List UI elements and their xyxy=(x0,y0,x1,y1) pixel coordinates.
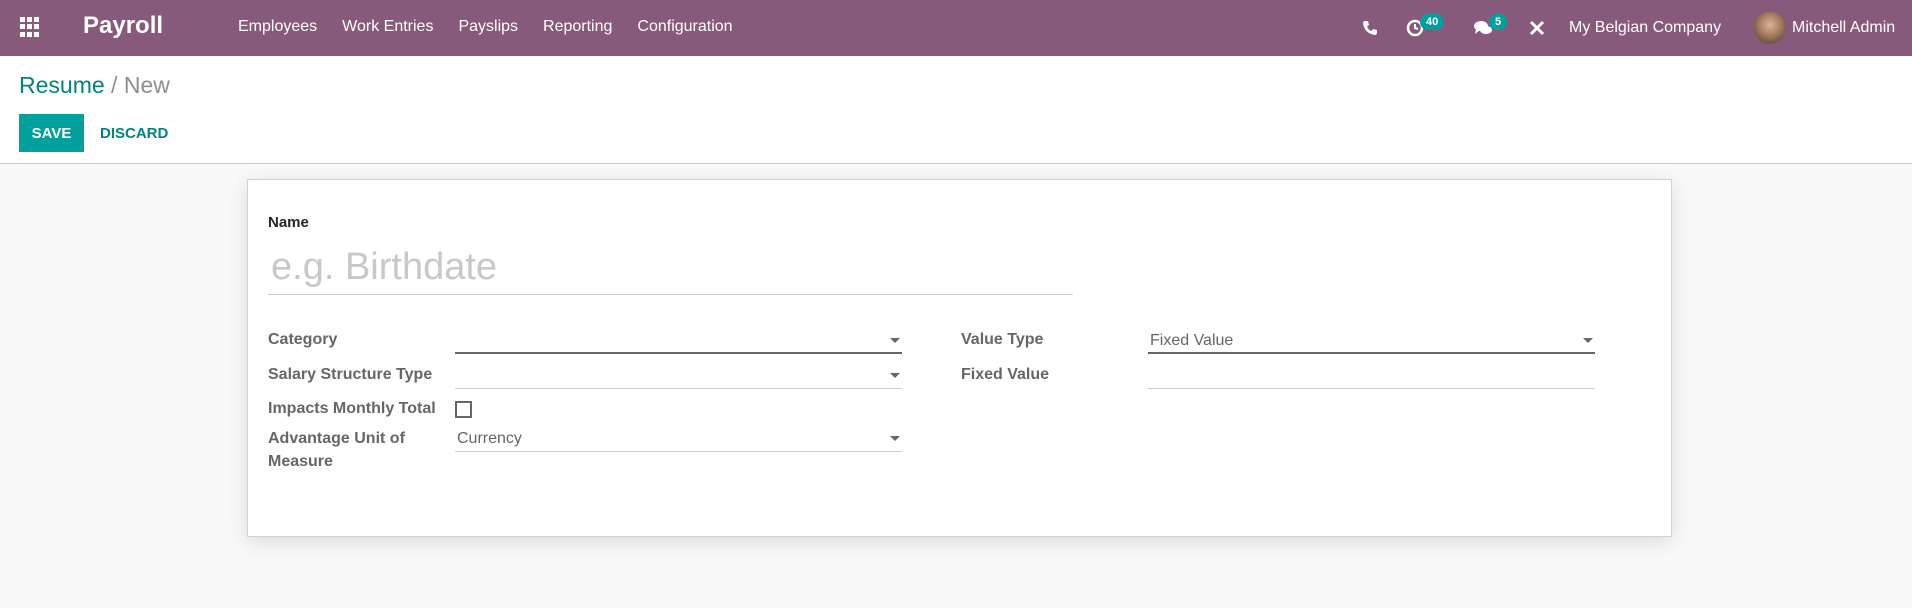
value-type-label: Value Type xyxy=(961,331,1044,348)
chevron-down-icon xyxy=(1583,338,1593,343)
breadcrumb-separator: / xyxy=(111,72,118,98)
category-label: Category xyxy=(268,331,338,348)
user-menu[interactable]: Mitchell Admin xyxy=(1754,0,1895,56)
fixed-value-input[interactable] xyxy=(1148,363,1595,389)
chevron-down-icon xyxy=(890,338,900,343)
form-sheet: Name Category Salary Structure Type Impa… xyxy=(247,179,1672,537)
advantage-uom-select[interactable]: Currency xyxy=(455,426,902,452)
fixed-value-label: Fixed Value xyxy=(961,366,1050,383)
apps-grid-icon[interactable] xyxy=(20,17,42,37)
app-name[interactable]: Payroll xyxy=(83,12,163,40)
chevron-down-icon xyxy=(890,373,900,378)
menu-payslips[interactable]: Payslips xyxy=(458,18,518,36)
main-menu: Employees Work Entries Payslips Reportin… xyxy=(238,18,758,36)
advantage-uom-label: Advantage Unit of Measure xyxy=(268,430,405,470)
chevron-down-icon xyxy=(890,436,900,441)
messages-menu[interactable]: 5 xyxy=(1473,0,1508,56)
menu-work-entries[interactable]: Work Entries xyxy=(342,18,433,36)
name-label: Name xyxy=(268,214,309,231)
top-navbar: Payroll Employees Work Entries Payslips … xyxy=(0,0,1912,56)
save-button[interactable]: SAVE xyxy=(19,114,84,152)
menu-configuration[interactable]: Configuration xyxy=(637,18,732,36)
value-type-select[interactable]: Fixed Value xyxy=(1148,328,1595,354)
name-input[interactable] xyxy=(268,240,1073,295)
impacts-monthly-total-label: Impacts Monthly Total xyxy=(268,400,436,417)
messages-badge: 5 xyxy=(1489,14,1508,30)
company-switcher[interactable]: My Belgian Company xyxy=(1569,0,1721,56)
category-select[interactable] xyxy=(455,328,902,354)
user-name: Mitchell Admin xyxy=(1792,19,1896,36)
breadcrumb-resume[interactable]: Resume xyxy=(19,72,105,98)
breadcrumb: Resume / New xyxy=(19,72,170,99)
activity-menu[interactable]: 40 xyxy=(1406,0,1445,56)
salary-structure-type-select[interactable] xyxy=(455,363,902,389)
breadcrumb-current: New xyxy=(123,72,170,98)
menu-reporting[interactable]: Reporting xyxy=(543,18,612,36)
impacts-monthly-total-checkbox[interactable] xyxy=(455,401,472,418)
control-panel: Resume / New SAVE DISCARD xyxy=(0,56,1912,164)
avatar xyxy=(1754,12,1786,44)
activity-badge: 40 xyxy=(1420,14,1445,30)
menu-employees[interactable]: Employees xyxy=(238,18,317,36)
tools-icon[interactable] xyxy=(1529,0,1545,56)
phone-icon[interactable] xyxy=(1362,0,1378,56)
salary-structure-type-label: Salary Structure Type xyxy=(268,366,433,383)
discard-button[interactable]: DISCARD xyxy=(100,114,168,152)
